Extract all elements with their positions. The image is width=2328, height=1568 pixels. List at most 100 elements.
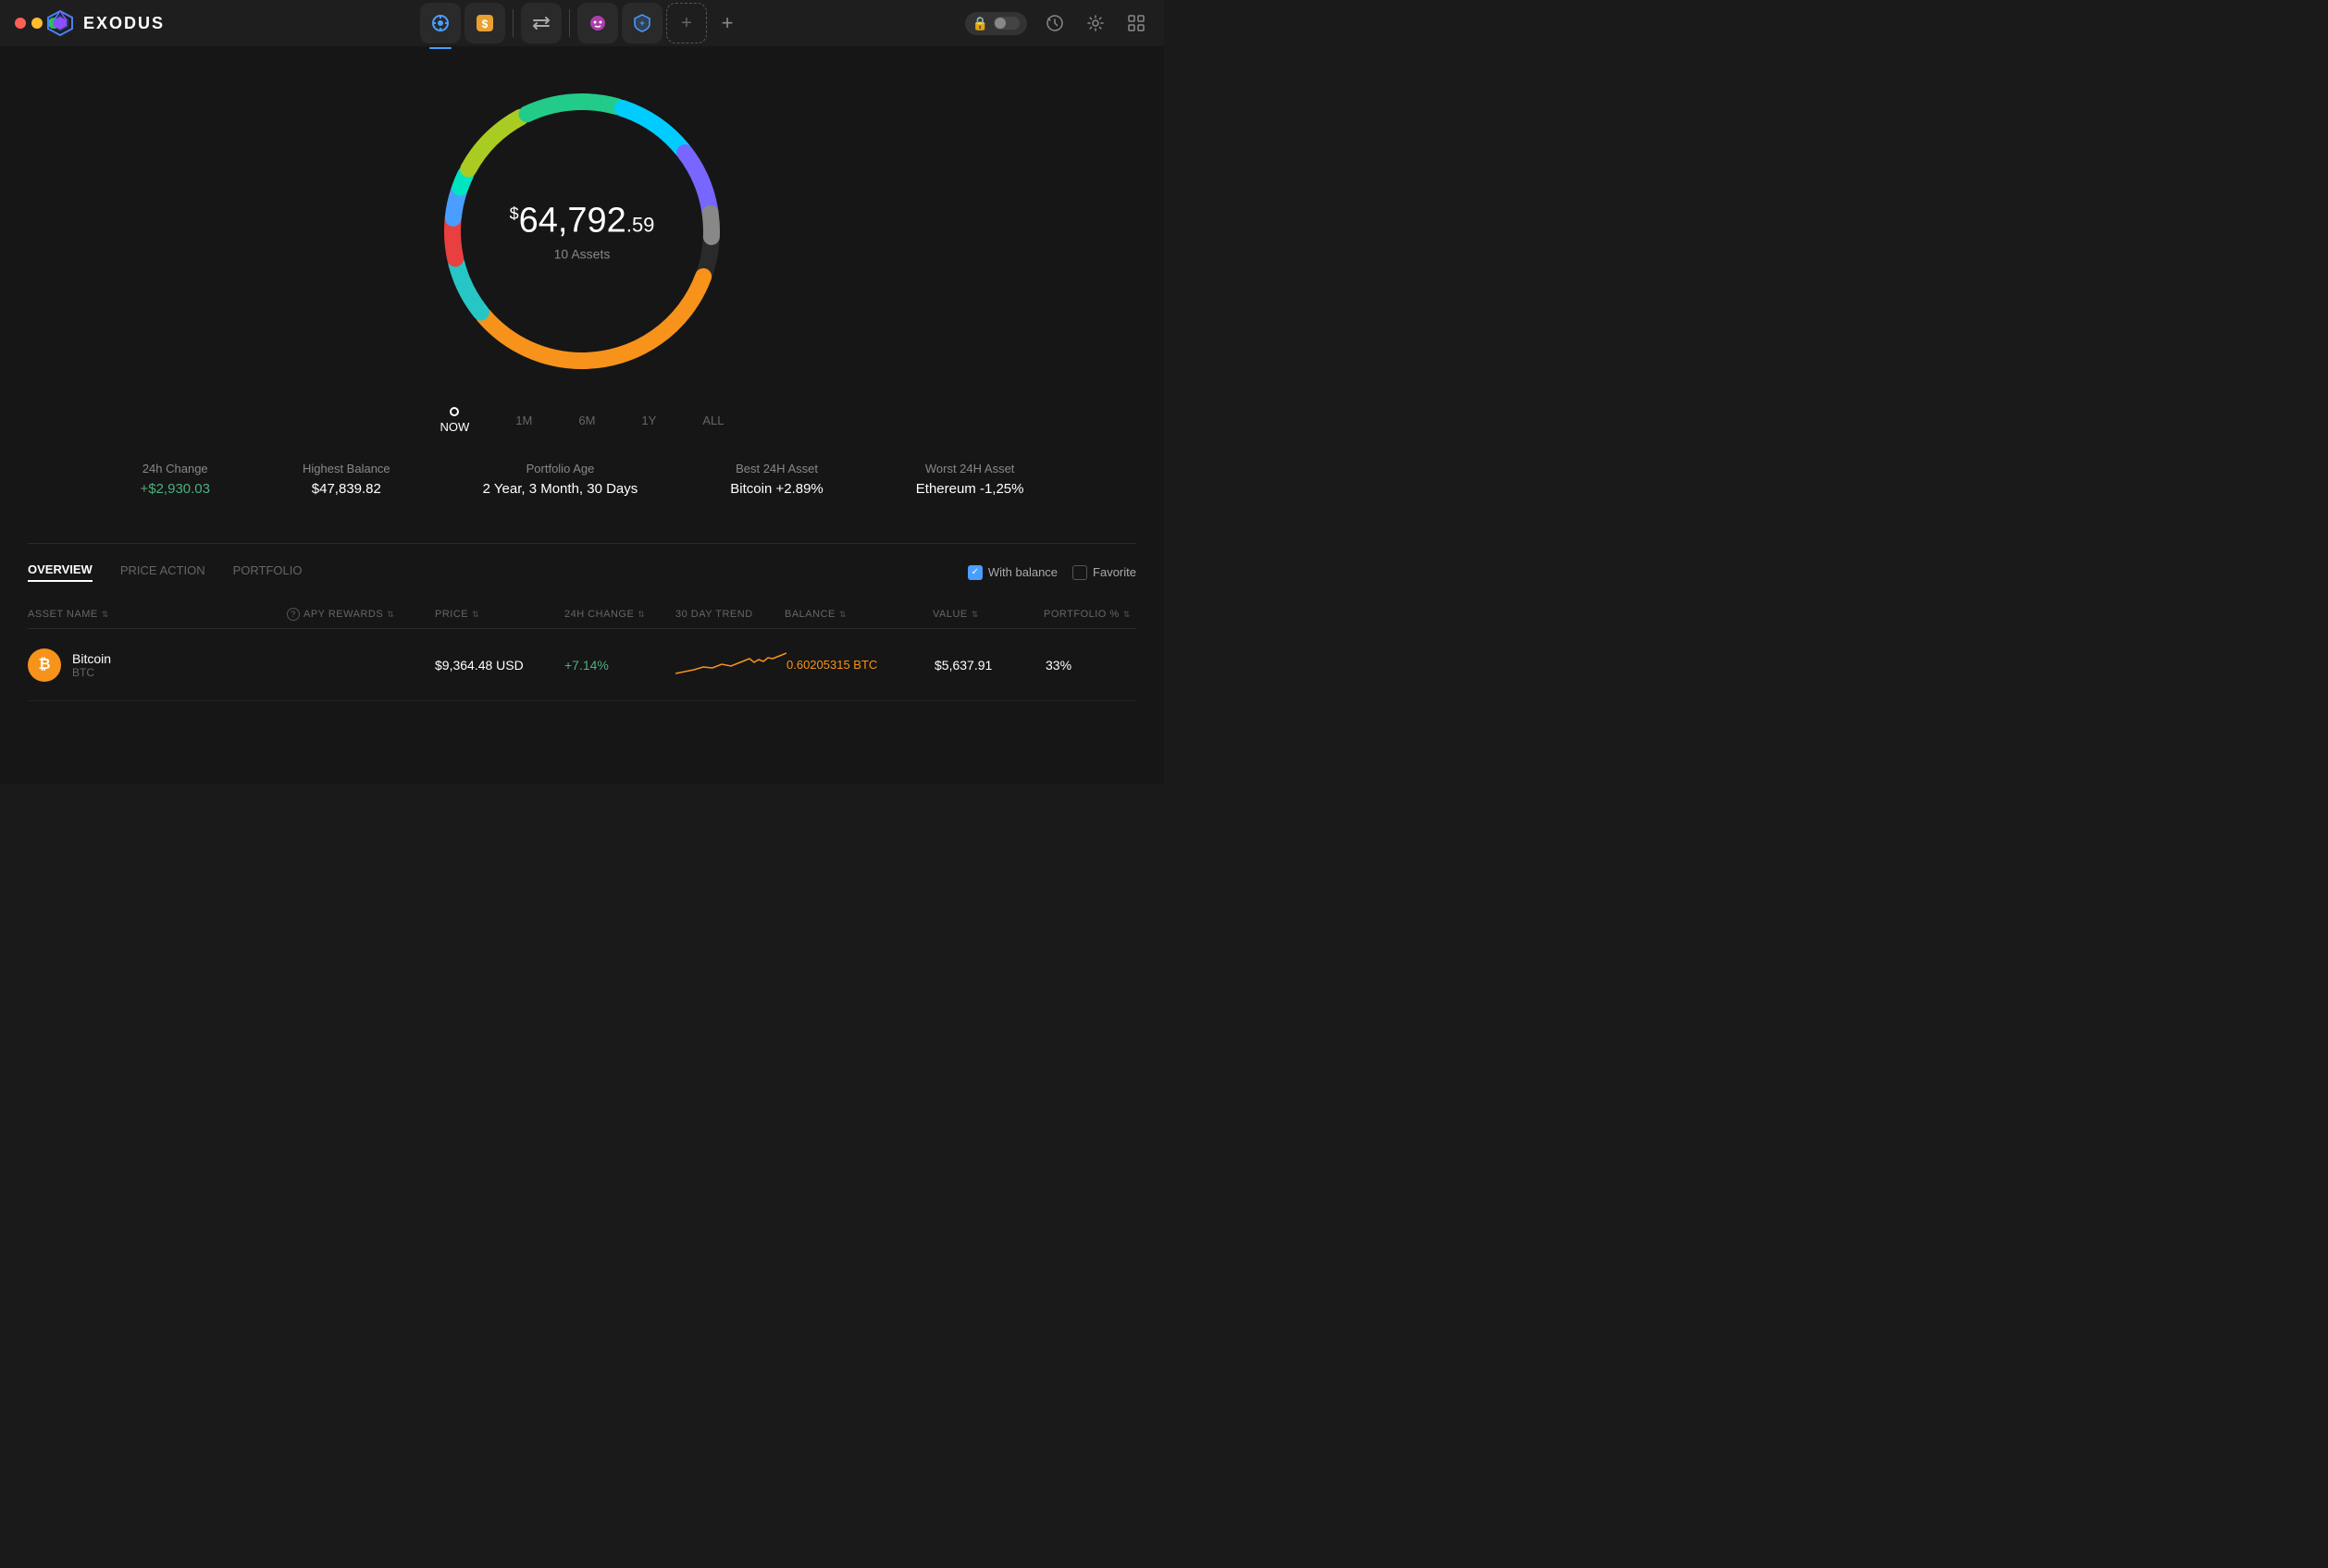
svg-text:+: + <box>639 19 644 28</box>
logo: EXODUS <box>46 9 165 37</box>
th-asset-name[interactable]: ASSET NAME ⇅ <box>28 608 287 621</box>
stat-worst-label: Worst 24H Asset <box>916 462 1024 475</box>
tab-companion[interactable] <box>577 3 618 43</box>
stat-portfolio-age: Portfolio Age 2 Year, 3 Month, 30 Days <box>483 462 638 497</box>
stat-best-value: Bitcoin +2.89% <box>730 481 823 497</box>
table-section: OVERVIEW PRICE ACTION PORTFOLIO ✓ With b… <box>0 544 1164 720</box>
timeline-6m[interactable]: 6M <box>578 414 595 427</box>
stat-highest-label: Highest Balance <box>303 462 390 475</box>
th-30day-trend: 30 DAY TREND <box>675 608 785 621</box>
sort-icon-apy: ⇅ <box>387 610 394 620</box>
currency-symbol: $ <box>510 204 519 223</box>
stat-highest-value: $47,839.82 <box>303 481 390 497</box>
tab-protect[interactable]: + <box>622 3 662 43</box>
filter-group: ✓ With balance Favorite <box>968 565 1136 580</box>
tab-portfolio[interactable] <box>420 3 461 43</box>
btc-sparkline <box>675 644 786 681</box>
btc-balance: 0.60205315 BTC <box>786 658 935 672</box>
sort-icon-value: ⇅ <box>972 610 979 620</box>
table-tabs: OVERVIEW PRICE ACTION PORTFOLIO ✓ With b… <box>28 562 1136 582</box>
btc-change: +7.14% <box>564 658 675 673</box>
tab-overview[interactable]: OVERVIEW <box>28 562 93 582</box>
btc-icon: ₿ <box>28 648 61 682</box>
portfolio-total: $64,792.59 10 Assets <box>510 202 655 262</box>
th-value[interactable]: VALUE ⇅ <box>933 608 1044 621</box>
minimize-button[interactable] <box>31 18 43 29</box>
tab-transfer[interactable] <box>521 3 562 43</box>
stat-24h-label: 24h Change <box>140 462 210 475</box>
history-icon[interactable] <box>1042 10 1068 36</box>
stat-worst-asset: Worst 24H Asset Ethereum -1,25% <box>916 462 1024 497</box>
sort-icon-portfolio: ⇅ <box>1123 610 1131 620</box>
with-balance-checkbox[interactable]: ✓ <box>968 565 983 580</box>
exodus-logo-icon <box>46 9 74 37</box>
stat-age-label: Portfolio Age <box>483 462 638 475</box>
favorite-label: Favorite <box>1093 565 1136 579</box>
th-balance[interactable]: BALANCE ⇅ <box>785 608 933 621</box>
logo-text: EXODUS <box>83 14 165 33</box>
filter-with-balance[interactable]: ✓ With balance <box>968 565 1058 580</box>
btc-portfolio-pct: 33% <box>1046 658 1138 673</box>
portfolio-icon <box>430 13 451 33</box>
settings-icon[interactable] <box>1083 10 1108 36</box>
sort-icon-change: ⇅ <box>638 610 645 620</box>
btc-price: $9,364.48 USD <box>435 658 564 673</box>
th-24h-change[interactable]: 24H CHANGE ⇅ <box>564 608 675 621</box>
apy-help-icon[interactable]: ? <box>287 608 300 621</box>
nav-right-controls: 🔒 <box>965 10 1149 36</box>
sort-icon-balance: ⇅ <box>839 610 847 620</box>
assets-count: 10 Assets <box>510 247 655 262</box>
stat-best-label: Best 24H Asset <box>730 462 823 475</box>
timeline: NOW 1M 6M 1Y ALL <box>440 407 724 434</box>
th-portfolio-pct[interactable]: PORTFOLIO % ⇅ <box>1044 608 1136 621</box>
titlebar: EXODUS $ <box>0 0 1164 46</box>
sort-icon-asset: ⇅ <box>102 610 109 620</box>
with-balance-label: With balance <box>988 565 1058 579</box>
nav-add-button[interactable]: + <box>711 6 744 40</box>
portfolio-amount: $64,792.59 <box>510 202 655 241</box>
timeline-all[interactable]: ALL <box>702 414 724 427</box>
add-icon: + <box>681 13 692 34</box>
tab-exchange[interactable]: $ <box>464 3 505 43</box>
btc-value: $5,637.91 <box>935 658 1046 673</box>
nav-separator-1 <box>513 9 514 37</box>
nav-separator-2 <box>569 9 570 37</box>
svg-text:$: $ <box>482 18 489 31</box>
stat-24h-change: 24h Change +$2,930.03 <box>140 462 210 497</box>
stat-age-value: 2 Year, 3 Month, 30 Days <box>483 481 638 497</box>
timeline-dot <box>450 407 459 416</box>
exchange-icon: $ <box>475 13 495 33</box>
sort-icon-price: ⇅ <box>472 610 479 620</box>
portfolio-section: $64,792.59 10 Assets NOW 1M 6M 1Y ALL 24… <box>0 46 1164 543</box>
stat-highest-balance: Highest Balance $47,839.82 <box>303 462 390 497</box>
timeline-1m[interactable]: 1M <box>515 414 532 427</box>
table-row[interactable]: ₿ Bitcoin BTC $9,364.48 USD +7.14% 0.602… <box>28 629 1136 701</box>
btc-ticker: BTC <box>72 666 111 679</box>
transfer-icon <box>531 13 551 33</box>
timeline-now-label: NOW <box>440 420 470 434</box>
lock-icon: 🔒 <box>972 16 988 31</box>
main-content: $64,792.59 10 Assets NOW 1M 6M 1Y ALL 24… <box>0 46 1164 784</box>
th-apy[interactable]: ? APY REWARDS ⇅ <box>287 608 435 621</box>
plus-icon: + <box>722 11 734 35</box>
stat-best-asset: Best 24H Asset Bitcoin +2.89% <box>730 462 823 497</box>
grid-icon[interactable] <box>1123 10 1149 36</box>
tab-portfolio[interactable]: PORTFOLIO <box>233 563 303 581</box>
stat-24h-value: +$2,930.03 <box>140 481 210 497</box>
favorite-checkbox[interactable] <box>1072 565 1087 580</box>
btc-trend <box>675 644 786 685</box>
asset-name-text-group: Bitcoin BTC <box>72 651 111 679</box>
stats-row: 24h Change +$2,930.03 Highest Balance $4… <box>0 434 1164 525</box>
companion-icon <box>588 13 608 33</box>
filter-favorite[interactable]: Favorite <box>1072 565 1136 580</box>
timeline-now[interactable]: NOW <box>440 407 470 434</box>
donut-chart: $64,792.59 10 Assets <box>425 74 739 389</box>
timeline-1y[interactable]: 1Y <box>641 414 656 427</box>
th-price[interactable]: PRICE ⇅ <box>435 608 564 621</box>
lock-toggle[interactable]: 🔒 <box>965 12 1027 35</box>
btc-name: Bitcoin <box>72 651 111 666</box>
close-button[interactable] <box>15 18 26 29</box>
tab-add[interactable]: + <box>666 3 707 43</box>
stat-worst-value: Ethereum -1,25% <box>916 481 1024 497</box>
tab-price-action[interactable]: PRICE ACTION <box>120 563 205 581</box>
